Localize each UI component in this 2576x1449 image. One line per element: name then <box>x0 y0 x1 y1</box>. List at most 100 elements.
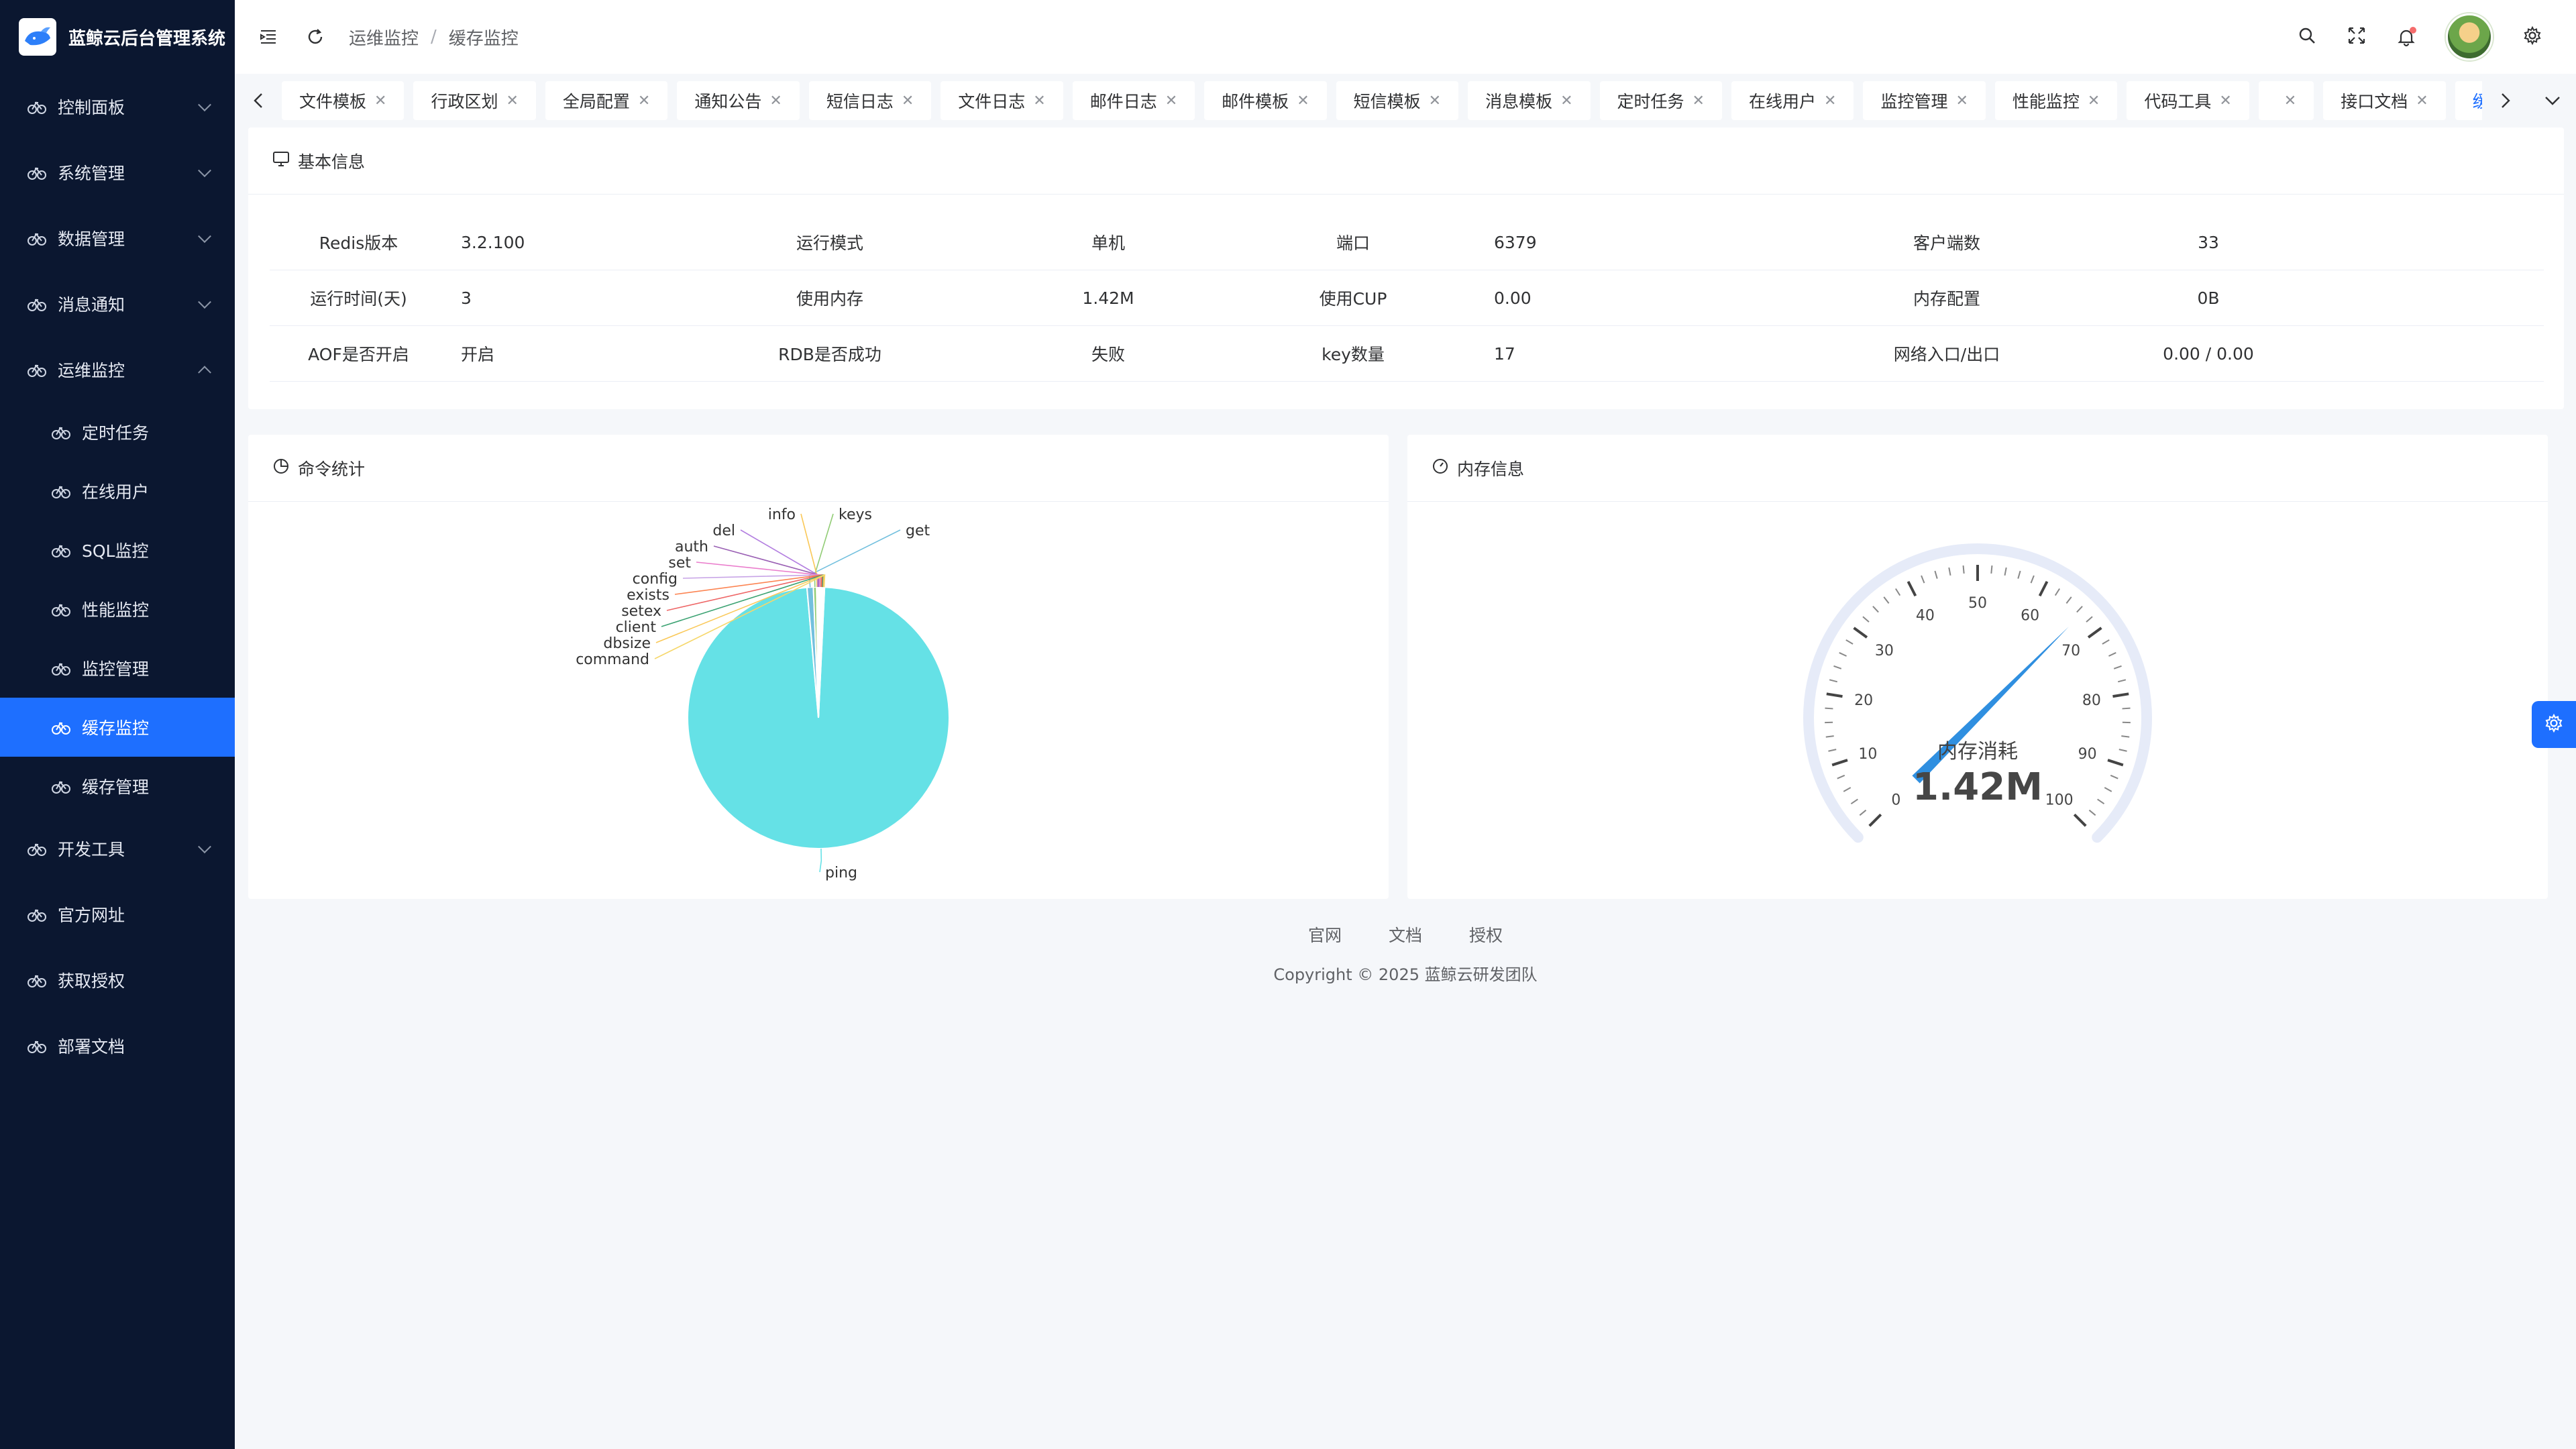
sidebar-submenu-ops: 定时任务 在线用户 SQL监控 性能监控 监控管理 缓存监控 缓存管理 <box>0 402 235 816</box>
sidebar-item-system[interactable]: 系统管理 <box>0 140 235 205</box>
gauge-minor-tick <box>1825 735 1834 738</box>
sidebar-item-ops[interactable]: 运维监控 <box>0 337 235 402</box>
close-icon[interactable]: ✕ <box>902 93 914 109</box>
gauge-tick-label: 90 <box>2078 746 2097 763</box>
tab-code-tools[interactable]: 代码工具 ✕ <box>2127 81 2249 120</box>
tab-label: 缓存监控 <box>2472 92 2482 111</box>
close-icon[interactable]: ✕ <box>2088 93 2100 109</box>
tab-sms-log[interactable]: 短信日志 ✕ <box>808 81 932 120</box>
bike-icon <box>27 839 47 859</box>
footer-link-license[interactable]: 授权 <box>1469 922 1503 947</box>
tab-mail-log[interactable]: 邮件日志 ✕ <box>1072 81 1195 120</box>
gauge-minor-tick <box>1837 774 1845 780</box>
copyright: Copyright © 2025 蓝鲸云研发团队 <box>1273 965 1538 984</box>
tab-monitor-manage[interactable]: 监控管理 ✕ <box>1863 81 1986 120</box>
bell-icon[interactable] <box>2396 27 2416 47</box>
close-icon[interactable]: ✕ <box>1693 93 1705 109</box>
tab-notice[interactable]: 通知公告 ✕ <box>677 81 800 120</box>
bike-icon <box>51 540 71 560</box>
gauge-major-tick <box>2038 580 2049 597</box>
sidebar-item-devtools[interactable]: 开发工具 <box>0 816 235 881</box>
close-icon[interactable]: ✕ <box>1560 93 1572 109</box>
info-value: 0.00 <box>1494 288 1532 308</box>
gear-icon[interactable] <box>2522 25 2542 48</box>
sidebar-item-label: 定时任务 <box>82 423 150 443</box>
gauge-minor-tick <box>1829 679 1838 683</box>
tab-global-config[interactable]: 全局配置 ✕ <box>545 81 668 120</box>
tab-api-docs[interactable]: 接口文档 ✕ <box>2323 81 2446 120</box>
close-icon[interactable]: ✕ <box>1824 93 1836 109</box>
dashboard-icon <box>1432 458 1449 479</box>
menu-fold-icon[interactable] <box>255 23 282 50</box>
close-icon[interactable]: ✕ <box>506 93 518 109</box>
sidebar-item-website[interactable]: 官方网址 <box>0 881 235 947</box>
close-icon[interactable]: ✕ <box>2416 93 2428 109</box>
sidebar-item-message[interactable]: 消息通知 <box>0 271 235 337</box>
info-value: 33 <box>2198 232 2219 252</box>
sidebar-subitem-online[interactable]: 在线用户 <box>0 462 235 521</box>
memory-gauge-chart: 0 10 20 30 40 50 60 70 80 90 100 内存消耗 1.42M <box>1407 502 2548 899</box>
close-icon[interactable]: ✕ <box>1033 93 1045 109</box>
close-icon[interactable]: ✕ <box>638 93 650 109</box>
sidebar-subitem-perf[interactable]: 性能监控 <box>0 580 235 639</box>
close-icon[interactable]: ✕ <box>1429 93 1441 109</box>
footer-link-website[interactable]: 官网 <box>1308 922 1342 947</box>
close-icon[interactable]: ✕ <box>1165 93 1177 109</box>
pie-label-set: set <box>668 555 691 572</box>
settings-drawer-button[interactable] <box>2532 701 2576 748</box>
brand[interactable]: 蓝鲸云后台管理系统 <box>0 0 235 74</box>
sidebar-item-data[interactable]: 数据管理 <box>0 205 235 271</box>
gauge-minor-tick <box>2054 588 2061 596</box>
tab-cache-monitor[interactable]: 缓存监控✕ <box>2455 81 2482 120</box>
info-label: 端口 <box>1336 233 1370 253</box>
gauge-major-tick <box>2073 813 2087 827</box>
sidebar-item-deploy-docs[interactable]: 部署文档 <box>0 1013 235 1079</box>
close-icon[interactable]: ✕ <box>1955 93 1968 109</box>
info-value: 开启 <box>461 345 495 364</box>
tab-label: 文件日志 <box>958 92 1026 111</box>
tab-scroll-right-icon[interactable] <box>2482 74 2529 127</box>
avatar[interactable] <box>2446 13 2493 60</box>
info-label: 使用内存 <box>796 289 863 309</box>
pie-label-get: get <box>906 523 930 539</box>
tab-perf-monitor[interactable]: 性能监控 ✕ <box>1994 81 2118 120</box>
fullscreen-icon[interactable] <box>2347 25 2367 48</box>
close-icon[interactable]: ✕ <box>2219 93 2231 109</box>
tab-region[interactable]: 行政区划 ✕ <box>413 81 536 120</box>
sidebar-item-dashboard[interactable]: 控制面板 <box>0 74 235 140</box>
gauge-major-tick <box>2112 692 2129 698</box>
sidebar-subitem-monitor[interactable]: 监控管理 <box>0 639 235 698</box>
search-icon[interactable] <box>2297 25 2317 48</box>
close-icon[interactable]: ✕ <box>374 93 386 109</box>
tab-online-users[interactable]: 在线用户 ✕ <box>1731 81 1854 120</box>
tab-file-log[interactable]: 文件日志 ✕ <box>941 81 1063 120</box>
sidebar-subitem-cache-manage[interactable]: 缓存管理 <box>0 757 235 816</box>
tab-file-template[interactable]: 文件模板 ✕ <box>282 81 405 120</box>
gauge-tick-label: 80 <box>2082 692 2101 709</box>
gauge-minor-tick <box>2110 774 2118 780</box>
tab-dropdown-chevron-icon[interactable] <box>2529 74 2576 127</box>
footer-link-docs[interactable]: 文档 <box>1389 922 1422 947</box>
tab-sms-template[interactable]: 短信模板 ✕ <box>1336 81 1459 120</box>
tab-msg-template[interactable]: 消息模板 ✕ <box>1468 81 1591 120</box>
sidebar-subitem-cron[interactable]: 定时任务 <box>0 402 235 462</box>
close-icon[interactable]: ✕ <box>1297 93 1309 109</box>
breadcrumb-item[interactable]: 运维监控 <box>349 25 419 50</box>
tab-cron[interactable]: 定时任务 ✕ <box>1599 81 1722 120</box>
gauge-tick-label: 50 <box>1968 595 1987 612</box>
tab-scroll-left-icon[interactable] <box>235 74 282 127</box>
close-icon[interactable]: ✕ <box>769 93 782 109</box>
sidebar-item-license[interactable]: 获取授权 <box>0 947 235 1013</box>
sidebar-subitem-cache-monitor[interactable]: 缓存监控 <box>0 698 235 757</box>
sidebar-item-label: 性能监控 <box>82 600 150 620</box>
tab-untitled[interactable]: ✕ <box>2258 81 2314 120</box>
sidebar-subitem-sql[interactable]: SQL监控 <box>0 521 235 580</box>
tab-label: 接口文档 <box>2341 92 2408 111</box>
basic-info-card: 基本信息 Redis版本 3.2.100 运行模式 单机 端口 6379 客户端… <box>248 127 2564 409</box>
tab-mail-template[interactable]: 邮件模板 ✕ <box>1204 81 1327 120</box>
footer-links: 官网 文档 授权 <box>235 922 2576 947</box>
sidebar-item-label: 在线用户 <box>82 482 150 502</box>
close-icon[interactable]: ✕ <box>2284 93 2296 109</box>
gauge-minor-tick <box>2121 735 2130 738</box>
refresh-icon[interactable] <box>302 23 329 50</box>
